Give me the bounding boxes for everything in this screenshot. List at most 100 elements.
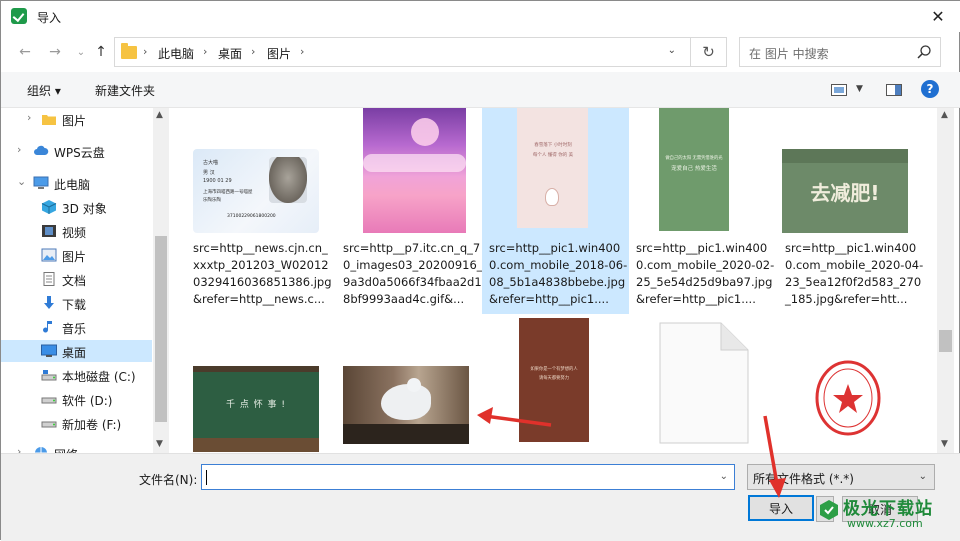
up-arrow-icon[interactable]: ↑ <box>91 43 111 61</box>
address-field[interactable]: › 此电脑 › 桌面 › 图片 › ⌄ ↻ <box>114 37 727 67</box>
cancel-button[interactable]: 取消 <box>842 496 918 522</box>
sidebar-item-label: 图片 <box>62 114 87 128</box>
thumb-text-line1: 春雪落下 小时时刻 <box>534 143 572 148</box>
sidebar-item-label: 此电脑 <box>54 178 91 192</box>
thumb-text-line1: 去减肥! <box>810 181 880 205</box>
sidebar-item[interactable]: 3D 对象 <box>1 196 152 218</box>
file-item[interactable]: 古大喵男 汉 1900 01 29 上海市四喵西路一号喵屋 乐陶乐陶 371002290… <box>186 108 333 314</box>
back-arrow-icon[interactable]: ← <box>15 43 35 61</box>
title-bar: 导入 ✕ <box>1 1 960 32</box>
sidebar-item[interactable]: 桌面 <box>1 340 152 362</box>
sidebar-item[interactable]: 软件 (D:) <box>1 388 152 410</box>
folder-icon <box>41 112 57 126</box>
breadcrumb-separator: › <box>251 45 256 58</box>
close-button[interactable]: ✕ <box>915 1 960 32</box>
sidebar-item-label: 下载 <box>62 298 87 312</box>
text-caret <box>206 470 207 485</box>
file-item[interactable] <box>629 314 776 453</box>
filename-label: 文件名(N): <box>139 473 198 487</box>
breadcrumb-separator: › <box>203 45 208 58</box>
sidebar-item[interactable]: 文档 <box>1 268 152 290</box>
expand-chevron-icon[interactable]: › <box>27 111 31 124</box>
new-folder-button[interactable]: 新建文件夹 <box>95 82 155 99</box>
file-item[interactable]: 千 点 怀 事 ! <box>186 314 333 453</box>
file-thumbnail-pink-rabbit: 春雪落下 小时时刻 每个人 懂得 你的 美 <box>517 108 588 228</box>
document-icon <box>41 272 57 286</box>
dialog-title: 导入 <box>37 11 62 25</box>
scrollbar-thumb[interactable] <box>155 236 167 422</box>
view-options-chevron-icon[interactable]: ▼ <box>856 84 863 94</box>
file-item[interactable]: src=http__p7.itc.cn_q_70_images03_202009… <box>336 108 483 314</box>
address-dropdown-chevron-icon[interactable]: ⌄ <box>668 45 676 56</box>
sidebar-item[interactable]: 音乐 <box>1 316 152 338</box>
sidebar-item[interactable]: 本地磁盘 (C:) <box>1 364 152 386</box>
breadcrumb-this-pc[interactable]: 此电脑 <box>158 45 194 62</box>
file-list-scrollbar[interactable]: ▲ ▼ <box>937 108 954 453</box>
picture-icon <box>41 248 57 262</box>
filename-input[interactable]: ⌄ <box>201 464 735 490</box>
navigation-pane: 图片 WPS云盘 此电脑 3D 对象 视频 图片 文档 下载 音乐 桌面 本地磁盘 (C:) 软件 (… <box>1 108 169 453</box>
file-type-chevron-icon[interactable]: ⌄ <box>919 471 927 482</box>
sidebar-item-label: 文档 <box>62 274 87 288</box>
drive-c-icon <box>41 368 57 382</box>
command-toolbar: 组织 ▾ 新建文件夹 ▼ ? <box>1 72 960 108</box>
forward-arrow-icon[interactable]: → <box>45 43 65 61</box>
filename-history-chevron-icon[interactable]: ⌄ <box>720 471 728 482</box>
import-options-dropdown[interactable]: ▼ <box>816 496 834 522</box>
sidebar-item[interactable]: 新加卷 (F:) <box>1 412 152 434</box>
sidebar-item[interactable]: 视频 <box>1 220 152 242</box>
thumb-card-name: 古大喵 <box>203 160 219 166</box>
sidebar-item-label: 3D 对象 <box>62 202 107 216</box>
import-dialog: 导入 ✕ ← → ⌄ ↑ › 此电脑 › 桌面 › 图片 › ⌄ ↻ 在 图片 … <box>0 0 960 541</box>
cat-photo <box>269 157 307 203</box>
file-item[interactable]: 春雪落下 小时时刻 每个人 懂得 你的 美 src=http__pic1.win40… <box>482 108 629 314</box>
file-name: src=http__p7.itc.cn_q_70_images03_202009… <box>343 241 483 306</box>
thumb-card-born: 1900 01 29 <box>203 178 232 184</box>
expand-chevron-icon[interactable]: › <box>17 143 21 156</box>
sidebar-item-label: 软件 (D:) <box>62 394 113 408</box>
navigation-bar: ← → ⌄ ↑ › 此电脑 › 桌面 › 图片 › ⌄ ↻ 在 图片 中搜索 <box>1 32 960 72</box>
file-thumbnail-pink-clouds <box>363 108 466 233</box>
file-type-select[interactable]: 所有文件格式 (*.*) ⌄ <box>747 464 935 490</box>
file-item[interactable] <box>336 314 483 453</box>
file-item[interactable] <box>778 314 925 453</box>
scrollbar-thumb[interactable] <box>939 330 952 352</box>
file-thumbnail-brown-card: 如果你是一个有梦想的人 请每天都要努力 <box>519 318 589 442</box>
scroll-down-chevron-icon[interactable]: ▼ <box>156 439 163 449</box>
view-mode-icon[interactable] <box>831 84 847 96</box>
scroll-down-chevron-icon[interactable]: ▼ <box>941 439 948 449</box>
file-thumbnail-chalkboard: 千 点 怀 事 ! <box>193 366 319 452</box>
dove-bird <box>381 384 431 420</box>
desktop-icon <box>41 344 57 358</box>
file-thumbnail-green-card: 做自己的太阳 无需凭借谁的光 宠爱自己 热爱生活 <box>659 108 729 231</box>
file-name: src=http__pic1.win4000.com_mobile_2018-0… <box>489 241 628 306</box>
recent-locations-chevron-icon[interactable]: ⌄ <box>71 43 91 61</box>
sidebar-item[interactable]: 图片 <box>1 244 152 266</box>
file-thumbnail-blank-file <box>659 322 749 444</box>
file-item[interactable]: 做自己的太阳 无需凭借谁的光 宠爱自己 热爱生活 src=http__pic1.wi… <box>629 108 776 314</box>
sidebar-item[interactable]: 图片 <box>1 108 152 130</box>
scroll-up-chevron-icon[interactable]: ▲ <box>156 110 163 120</box>
refresh-icon[interactable]: ↻ <box>690 38 726 66</box>
drive-icon <box>41 416 57 430</box>
organize-menu-button[interactable]: 组织 ▾ <box>27 82 61 99</box>
breadcrumb-desktop[interactable]: 桌面 <box>218 45 242 62</box>
cube-3d-icon <box>41 200 57 214</box>
search-icon[interactable] <box>916 44 932 60</box>
folder-icon <box>121 43 137 59</box>
sidebar-item[interactable]: 下载 <box>1 292 152 314</box>
breadcrumb-pictures[interactable]: 图片 <box>267 45 291 62</box>
navigation-pane-scrollbar[interactable]: ▲ ▼ <box>153 108 169 453</box>
file-item[interactable]: 如果你是一个有梦想的人 请每天都要努力 <box>482 314 629 453</box>
collapse-chevron-icon[interactable]: ⌄ <box>17 175 26 188</box>
file-item[interactable]: 去减肥! src=http__pic1.win4000.com_mobile_20… <box>778 108 925 314</box>
help-icon[interactable]: ? <box>921 80 939 98</box>
file-name: src=http__pic1.win4000.com_mobile_2020-0… <box>785 241 924 306</box>
sidebar-item[interactable]: WPS云盘 <box>1 140 152 162</box>
expand-chevron-icon[interactable]: › <box>17 445 21 453</box>
search-box[interactable]: 在 图片 中搜索 <box>739 37 941 67</box>
sidebar-item[interactable]: 网络 <box>1 442 152 453</box>
preview-pane-icon[interactable] <box>886 84 902 96</box>
scroll-up-chevron-icon[interactable]: ▲ <box>941 110 948 120</box>
import-button[interactable]: 导入 <box>748 495 814 521</box>
